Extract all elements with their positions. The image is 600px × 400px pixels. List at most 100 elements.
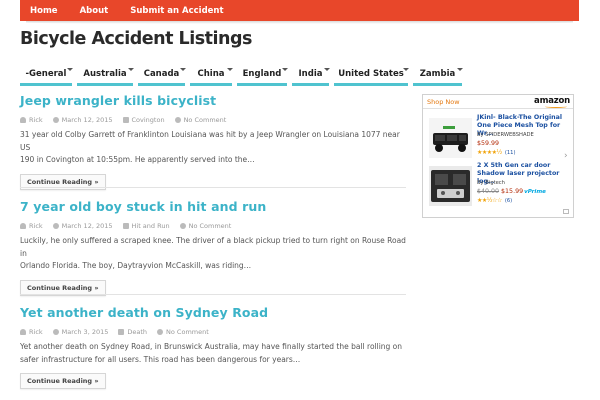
folder-icon	[118, 328, 125, 335]
dropdown-arrow-icon	[227, 68, 233, 71]
price-original: $40.00	[477, 188, 500, 195]
excerpt-line: Yet another death on Sydney Road, in Bru…	[20, 342, 403, 351]
topbar-shadow	[26, 21, 573, 24]
category-china[interactable]: China	[190, 65, 233, 86]
price-current: $15.99	[501, 188, 524, 195]
dropdown-arrow-icon	[403, 68, 409, 71]
category-label: Canada	[143, 69, 180, 79]
star-rating-icon: ★★½☆☆	[477, 197, 502, 204]
date-text: March 12, 2015	[61, 115, 113, 124]
dropdown-arrow-icon	[128, 68, 134, 71]
site-title[interactable]: Bicycle Accident Listings	[20, 29, 252, 49]
post-date: March 12, 2015	[52, 222, 113, 230]
dropdown-arrow-icon	[457, 68, 463, 71]
post-divider	[20, 294, 406, 295]
nav-home-link[interactable]: Home	[30, 6, 58, 16]
top-navigation: Home About Submit an Accident	[20, 0, 579, 21]
post-title-link[interactable]: Jeep wrangler kills bicyclist	[20, 93, 406, 108]
post-title-link[interactable]: Yet another death on Sydney Road	[20, 305, 406, 320]
post-comments[interactable]: No Comment	[174, 115, 227, 124]
product-price: $40.00 $15.99vPrime	[477, 188, 546, 195]
post-date: March 3, 2015	[52, 328, 108, 336]
category-england[interactable]: England	[237, 65, 288, 86]
product-item[interactable]: JKinl- Black-The Original One Piece Mesh…	[427, 114, 569, 162]
excerpt-line: Luckily, he only suffered a scraped knee…	[20, 236, 406, 258]
dropdown-arrow-icon	[180, 68, 186, 71]
category-label: United States	[338, 69, 404, 79]
product-seller: By SPIDERWEBSHADE	[477, 132, 534, 138]
clock-icon	[52, 328, 59, 335]
comments-text: No Comment	[183, 115, 227, 124]
post-category[interactable]: Hit and Run	[122, 221, 170, 230]
dropdown-arrow-icon	[324, 68, 330, 71]
product-item[interactable]: 2 X 5th Gen car door Shadow laser projec…	[427, 162, 569, 210]
user-icon	[20, 222, 26, 229]
category-india[interactable]: India	[292, 65, 330, 86]
category-label: Australia	[83, 69, 127, 79]
price-current: $59.99	[477, 140, 500, 147]
clock-icon	[52, 116, 59, 123]
star-rating-icon: ★★★★½	[477, 149, 502, 156]
widget-info-icon[interactable]	[563, 209, 569, 214]
nav-submit-accident-link[interactable]: Submit an Accident	[130, 6, 223, 16]
post-category[interactable]: Death	[118, 328, 147, 336]
folder-icon	[122, 116, 129, 123]
category-label: -General	[25, 69, 67, 79]
post-excerpt: Luckily, he only suffered a scraped knee…	[20, 235, 406, 273]
bicycle-rack-image	[429, 118, 472, 158]
author-name: Rick	[29, 327, 43, 336]
clock-icon	[52, 222, 59, 229]
product-rating[interactable]: ★★½☆☆ (6)	[477, 197, 512, 204]
user-icon	[20, 328, 26, 335]
post-excerpt: Yet another death on Sydney Road, in Bru…	[20, 341, 406, 366]
post-author[interactable]: Rick	[20, 328, 43, 336]
excerpt-line: 190 in Covington at 10:55pm. He apparent…	[20, 155, 255, 164]
product-rating[interactable]: ★★★★½ (11)	[477, 149, 516, 156]
author-name: Rick	[29, 221, 43, 230]
review-count: (11)	[504, 150, 516, 156]
dropdown-arrow-icon	[67, 68, 73, 71]
category-navigation: -General Australia Canada China England …	[20, 65, 467, 86]
post-title-link[interactable]: 7 year old boy stuck in hit and run	[20, 199, 406, 214]
post-date: March 12, 2015	[52, 115, 113, 124]
category-australia[interactable]: Australia	[77, 65, 134, 86]
chevron-right-icon[interactable]: ›	[564, 151, 571, 161]
category-general[interactable]: -General	[20, 65, 73, 86]
comment-icon	[174, 116, 181, 123]
shop-now-label[interactable]: Shop Now	[427, 98, 460, 106]
post-comments[interactable]: No Comment	[179, 222, 231, 230]
post-meta: Rick March 3, 2015 Death No Comment	[20, 327, 406, 336]
nav-about-link[interactable]: About	[80, 6, 109, 16]
post-meta: Rick March 12, 2015 Hit and Run No Comme…	[20, 221, 406, 230]
category-text: Death	[127, 327, 148, 336]
post-divider	[20, 187, 406, 188]
post-author[interactable]: Rick	[20, 222, 43, 230]
category-canada[interactable]: Canada	[138, 65, 186, 86]
post-comments[interactable]: No Comment	[157, 328, 209, 336]
category-label: England	[242, 69, 282, 79]
post-author[interactable]: Rick	[20, 116, 43, 124]
category-text: Hit and Run	[131, 221, 170, 230]
category-text: Covington	[131, 115, 165, 124]
dropdown-arrow-icon	[282, 68, 288, 71]
product-seller: By Bigtech	[477, 180, 505, 186]
comment-icon	[157, 328, 164, 335]
widget-header: Shop Now amazon	[423, 95, 573, 109]
comment-icon	[179, 222, 186, 229]
category-label: India	[298, 69, 323, 79]
category-label: Zambia	[419, 69, 456, 79]
post-excerpt: 31 year old Colby Garrett of Franklinton…	[20, 129, 406, 167]
excerpt-line: Orlando Florida. The boy, Daytrayvion Mc…	[20, 261, 252, 270]
category-zambia[interactable]: Zambia	[413, 65, 463, 86]
review-count: (6)	[504, 198, 513, 204]
post-meta: Rick March 12, 2015 Covington No Comment	[20, 115, 406, 124]
excerpt-line: 31 year old Colby Garrett of Franklinton…	[20, 130, 400, 152]
category-united-states[interactable]: United States	[334, 65, 409, 86]
prime-badge-icon: vPrime	[524, 189, 546, 195]
author-name: Rick	[29, 115, 43, 124]
post-article: Yet another death on Sydney Road Rick Ma…	[20, 305, 406, 389]
continue-reading-button[interactable]: Continue Reading »	[20, 373, 106, 389]
amazon-widget: Shop Now amazon JKinl- Black-The Origina…	[422, 94, 574, 218]
post-category[interactable]: Covington	[122, 115, 165, 124]
post-article: Jeep wrangler kills bicyclist Rick March…	[20, 93, 406, 190]
